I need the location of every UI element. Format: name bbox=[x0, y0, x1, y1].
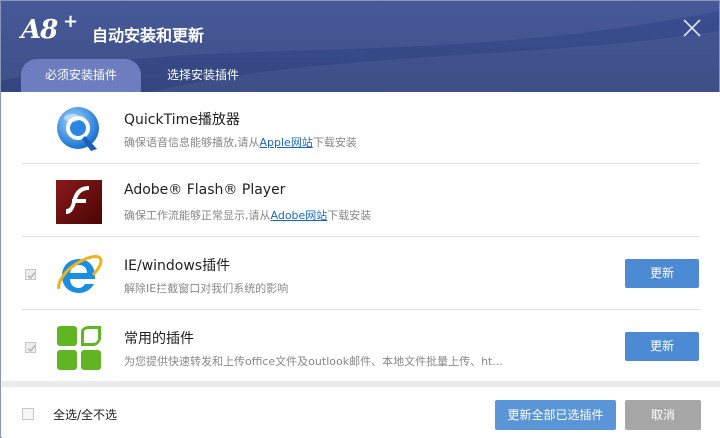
close-button[interactable] bbox=[681, 17, 703, 39]
select-all-label[interactable]: 全选/全不选 bbox=[53, 406, 117, 423]
quicktime-icon bbox=[55, 105, 103, 153]
plugin-description: 确保语音信息能够播放,请从Apple网站下载安装 bbox=[124, 134, 357, 150]
checkmark-icon bbox=[27, 272, 36, 280]
plugin-description-suffix: 下载安装 bbox=[312, 136, 357, 149]
update-selected-button[interactable]: 更新全部已选插件 bbox=[495, 400, 616, 430]
plugin-description-text: 确保工作流能够正常显示,请从 bbox=[124, 209, 271, 222]
plugin-row-flash: Adobe® Flash® Player 确保工作流能够正常显示,请从Adobe… bbox=[22, 165, 701, 237]
plugin-description: 确保工作流能够正常显示,请从Adobe网站下载安装 bbox=[124, 207, 371, 223]
plugin-description-suffix: 下载安装 bbox=[327, 209, 372, 222]
dialog-title: 自动安装和更新 bbox=[92, 26, 205, 45]
plugin-checkbox[interactable] bbox=[25, 269, 36, 280]
ie-icon bbox=[55, 251, 103, 299]
plugin-description: 解除IE拦截窗口对我们系统的影响 bbox=[124, 282, 289, 295]
plugin-name: Adobe® Flash® Player bbox=[124, 182, 286, 198]
tab-required-plugins[interactable]: 必须安装插件 bbox=[21, 59, 141, 92]
dialog-footer: 全选/全不选 更新全部已选插件 取消 bbox=[2, 381, 720, 438]
plugin-name: QuickTime播放器 bbox=[124, 112, 240, 128]
plugin-checkbox[interactable] bbox=[25, 342, 36, 353]
app-logo: A8 bbox=[21, 15, 58, 45]
plugin-description-text: 确保语音信息能够播放,请从 bbox=[124, 136, 260, 149]
plugin-name: 常用的插件 bbox=[124, 331, 194, 347]
close-icon bbox=[683, 19, 701, 37]
apple-website-link[interactable]: Apple网站 bbox=[260, 136, 313, 149]
flash-icon bbox=[55, 178, 103, 226]
checkmark-icon bbox=[27, 345, 36, 353]
plugin-installer-dialog: A8 + 自动安装和更新 必须安装插件 选择安装插件 QuickTime播放器 … bbox=[0, 0, 720, 438]
plugin-name: IE/windows插件 bbox=[124, 258, 231, 274]
update-button[interactable]: 更新 bbox=[625, 259, 699, 288]
plugin-list: QuickTime播放器 确保语音信息能够播放,请从Apple网站下载安装 Ad… bbox=[2, 92, 720, 383]
cancel-button[interactable]: 取消 bbox=[625, 400, 701, 430]
adobe-website-link[interactable]: Adobe网站 bbox=[271, 209, 328, 222]
plugin-tiles-icon bbox=[55, 324, 103, 372]
update-button[interactable]: 更新 bbox=[625, 332, 699, 361]
plugin-description: 为您提供快速转发和上传office文件及outlook邮件、本地文件批量上传、h… bbox=[124, 355, 503, 368]
dialog-header: A8 + 自动安装和更新 必须安装插件 选择安装插件 bbox=[1, 1, 719, 92]
plugin-row-common: 常用的插件 为您提供快速转发和上传office文件及outlook邮件、本地文件… bbox=[22, 311, 701, 383]
tab-optional-plugins[interactable]: 选择安装插件 bbox=[151, 59, 255, 92]
app-logo-plus: + bbox=[63, 11, 79, 32]
plugin-row-ie: IE/windows插件 解除IE拦截窗口对我们系统的影响 更新 bbox=[22, 238, 701, 310]
plugin-row-quicktime: QuickTime播放器 确保语音信息能够播放,请从Apple网站下载安装 bbox=[22, 92, 701, 164]
select-all-checkbox[interactable] bbox=[22, 408, 34, 420]
